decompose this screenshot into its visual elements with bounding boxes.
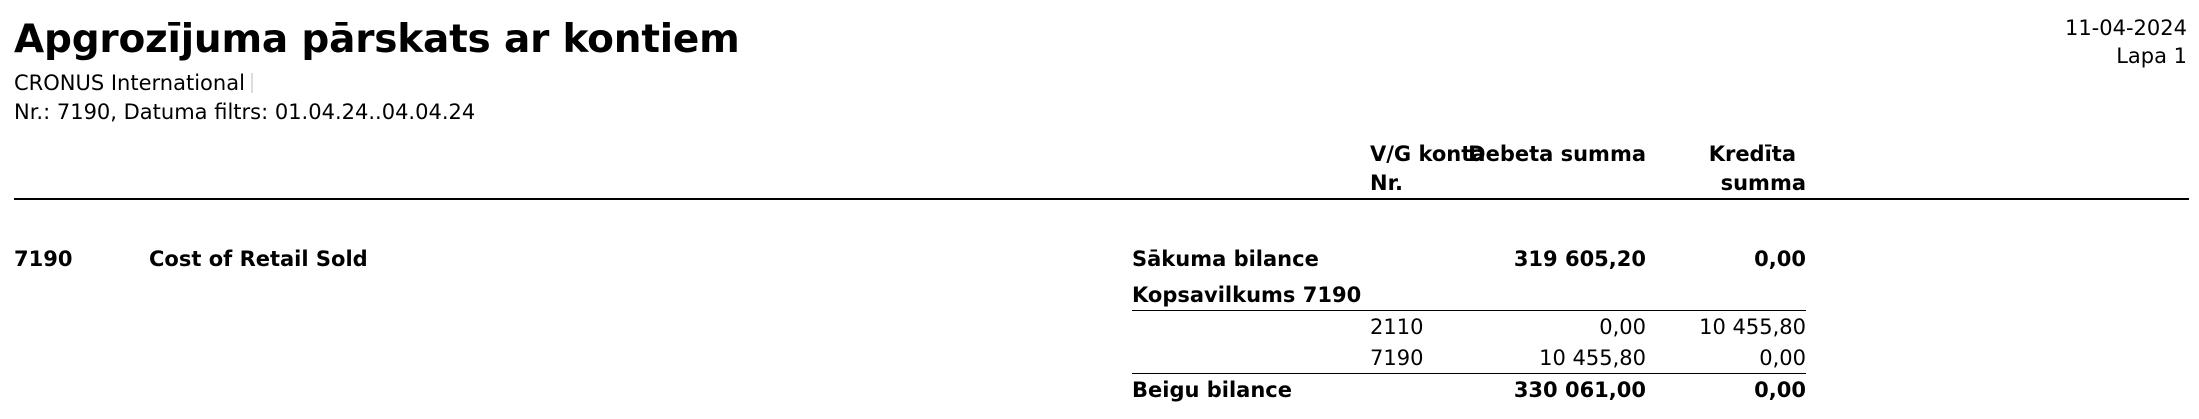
company-cursor-mark	[250, 73, 253, 93]
closing-balance-credit: 0,00	[1754, 378, 1806, 402]
report-date: 11-04-2024	[2064, 16, 2187, 40]
column-header-debit: Debeta summa	[1468, 142, 1646, 166]
report-title: Apgrozījuma pārskats ar kontiem	[14, 17, 740, 62]
column-header-credit: Kredīta	[1708, 142, 1796, 166]
column-header-credit-summa: summa	[1720, 171, 1806, 195]
entry-debit: 10 455,80	[1539, 346, 1646, 370]
page-number: Lapa 1	[2116, 44, 2187, 68]
opening-balance-credit: 0,00	[1754, 247, 1806, 271]
entry-credit: 10 455,80	[1699, 315, 1806, 339]
header-divider	[14, 198, 2189, 200]
company-name: CRONUS International	[14, 69, 253, 97]
closing-balance-label: Beigu bilance	[1132, 378, 1292, 402]
entry-debit: 0,00	[1599, 315, 1646, 339]
opening-balance-label: Sākuma bilance	[1132, 247, 1319, 271]
entry-gl-account: 2110	[1370, 315, 1424, 339]
column-header-gl-account-nr: Nr.	[1370, 171, 1403, 195]
opening-balance-debit: 319 605,20	[1513, 247, 1646, 271]
account-name: Cost of Retail Sold	[149, 247, 368, 271]
closing-divider	[1132, 373, 1806, 374]
closing-balance-debit: 330 061,00	[1513, 378, 1646, 402]
entry-credit: 0,00	[1759, 346, 1806, 370]
account-number: 7190	[14, 247, 73, 271]
company-name-text: CRONUS International	[14, 71, 245, 95]
summary-label: Kopsavilkums 7190	[1132, 283, 1362, 307]
report-filter: Nr.: 7190, Datuma filtrs: 01.04.24..04.0…	[14, 100, 476, 124]
entry-gl-account: 7190	[1370, 346, 1424, 370]
summary-divider	[1132, 310, 1806, 311]
